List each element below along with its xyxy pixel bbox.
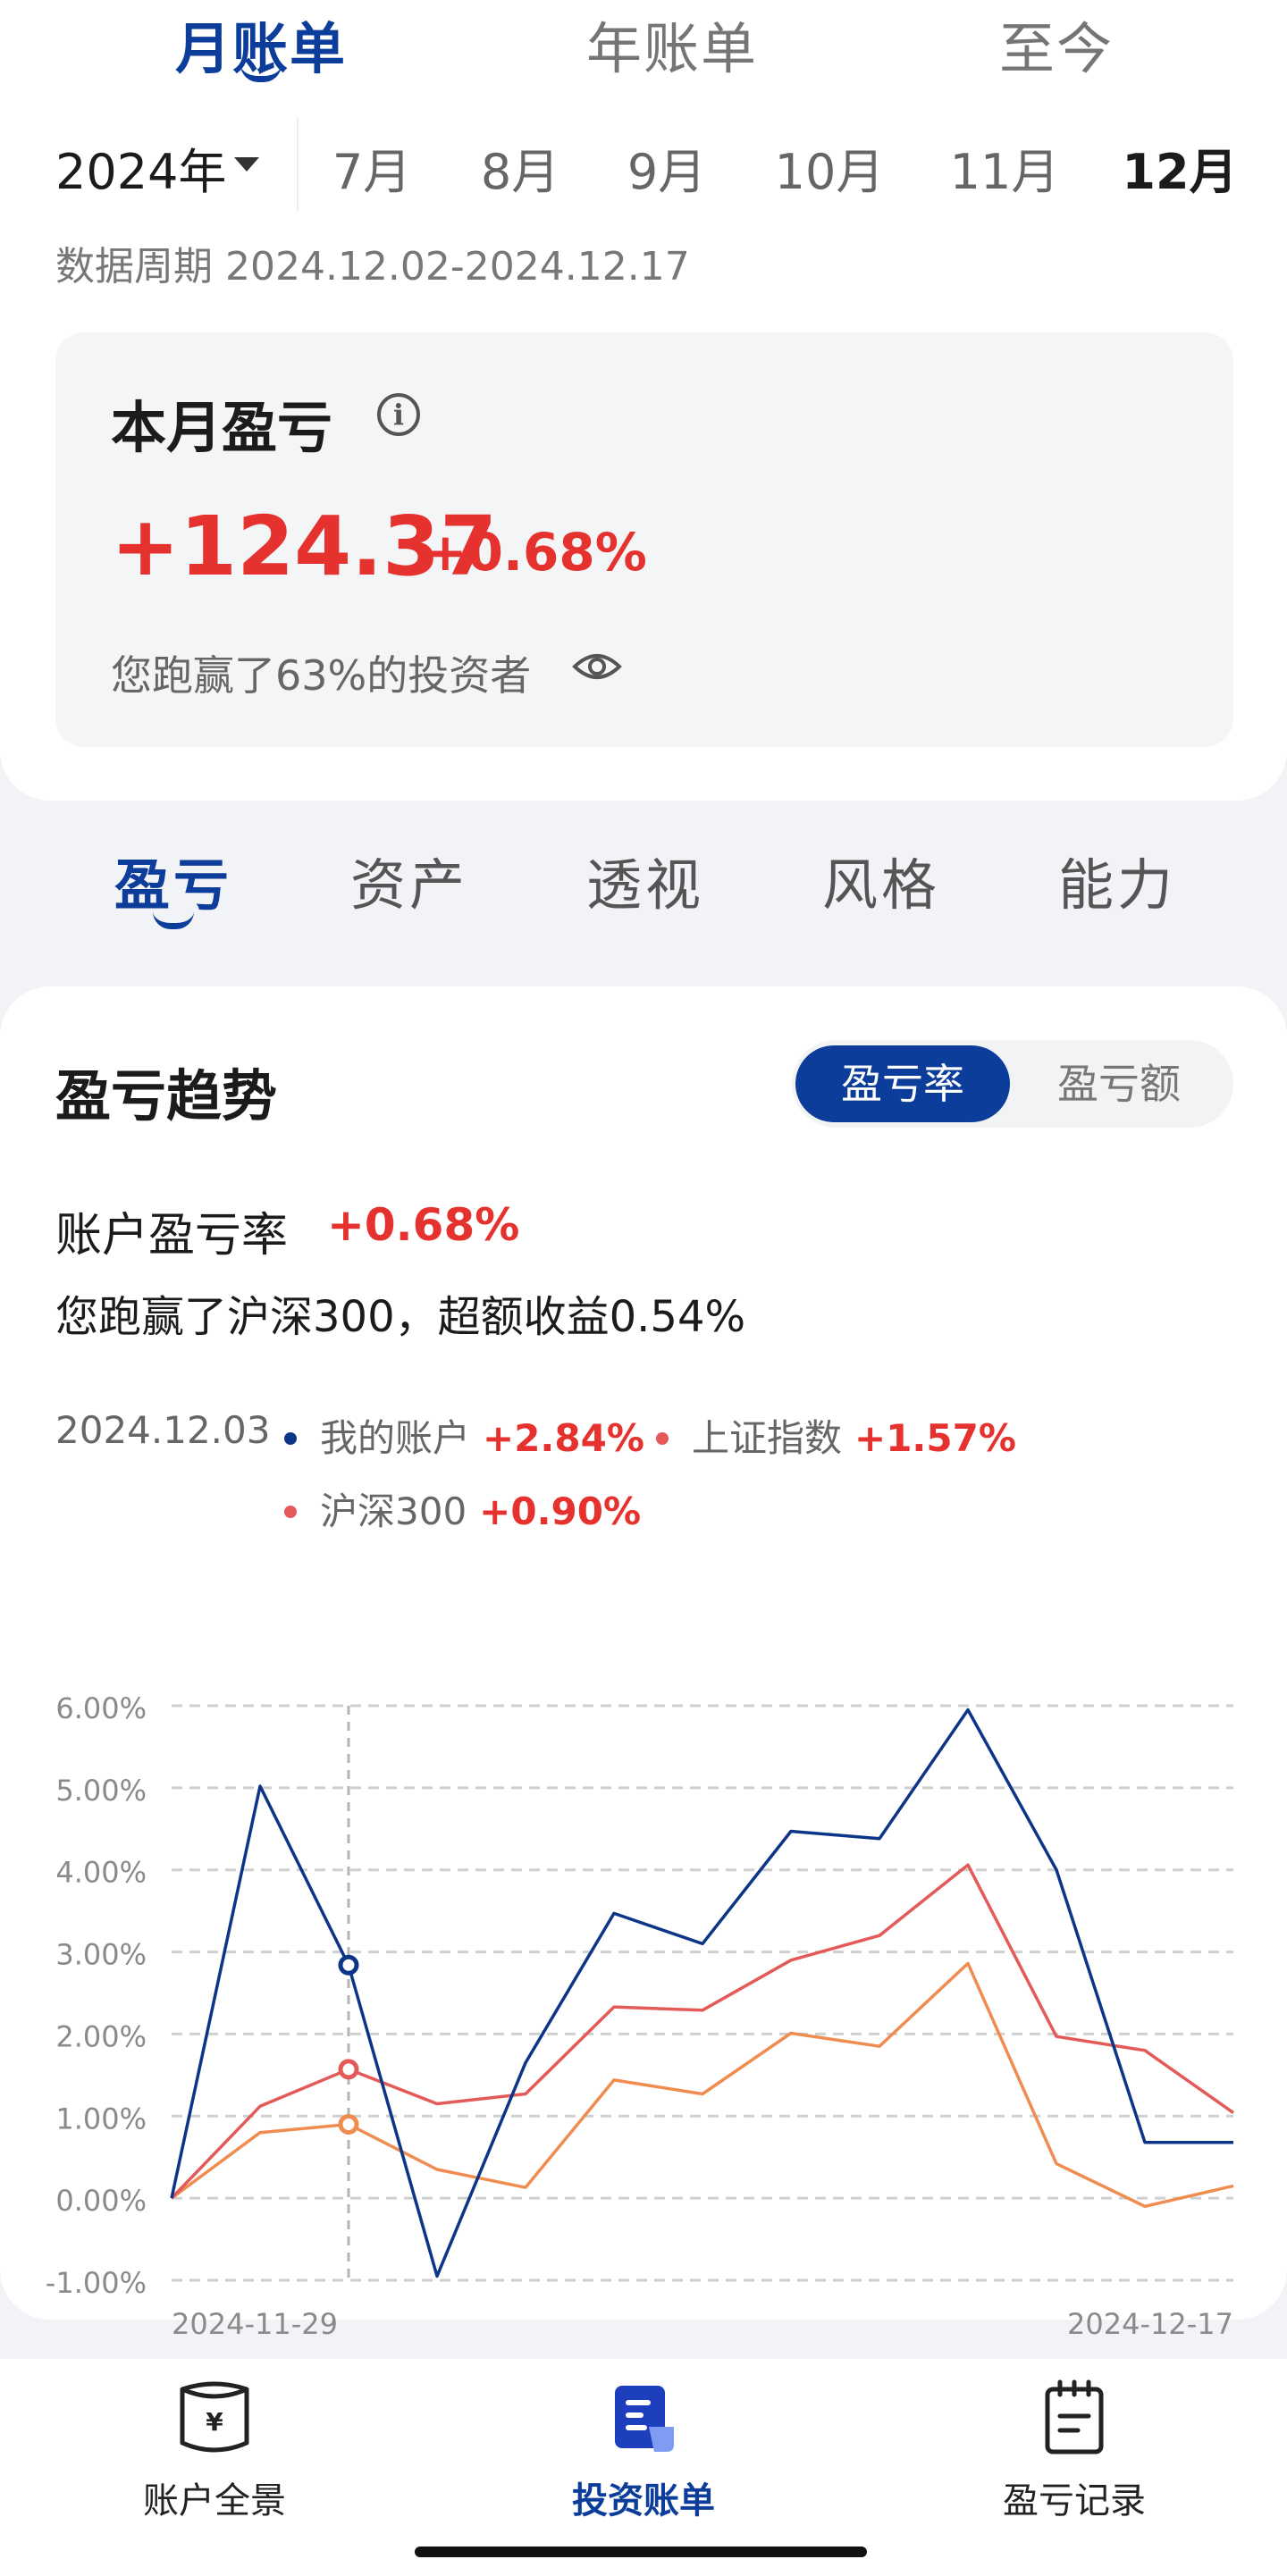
- section-tabs: 盈亏 资产 透视 风格 能力: [0, 840, 1287, 938]
- legend-value: +2.84%: [483, 1416, 644, 1460]
- y-tick-label: 6.00%: [55, 1691, 147, 1725]
- active-tab-indicator: [153, 911, 194, 929]
- wallet-yuan-icon: ¥: [180, 2381, 249, 2453]
- nav-pnl-records[interactable]: 盈亏记录: [940, 2377, 1208, 2523]
- x-end-label: 2024-12-17: [1067, 2307, 1233, 2341]
- legend-value: +0.90%: [479, 1489, 642, 1533]
- record-notepad-icon: [1045, 2379, 1104, 2454]
- month-item[interactable]: 10月: [775, 132, 885, 203]
- legend-dot: [284, 1505, 297, 1518]
- month-selector: 2024年 7月 8月 9月 10月 11月 12月: [0, 118, 1287, 211]
- legend-name: 上证指数: [692, 1416, 843, 1460]
- nav-label: 账户全景: [143, 2480, 286, 2521]
- legend-dot: [656, 1431, 669, 1445]
- bill-header-card: 月账单 年账单 至今 2024年 7月 8月 9月 10月 11月 12月 数据…: [0, 0, 1287, 801]
- tab-pnl[interactable]: 盈亏: [114, 840, 232, 920]
- monthly-pnl-card: 本月盈亏 i +124.37 +0.68% 您跑赢了63%的投资者: [55, 332, 1233, 747]
- legend-my-account: 我的账户 +2.84%: [284, 1408, 644, 1463]
- nav-investment-bill[interactable]: 投资账单: [509, 2377, 778, 2523]
- y-tick-label: 2.00%: [55, 2019, 147, 2053]
- eye-icon[interactable]: [572, 649, 622, 684]
- account-rate-value: +0.68%: [327, 1199, 520, 1251]
- divider: [297, 118, 299, 211]
- month-item[interactable]: 8月: [481, 132, 559, 203]
- y-tick-label: 5.00%: [55, 1774, 147, 1808]
- toggle-pnl-amount[interactable]: 盈亏额: [1012, 1045, 1226, 1122]
- y-tick-label: -1.00%: [46, 2266, 147, 2300]
- y-tick-label: 4.00%: [55, 1856, 147, 1890]
- pnl-title: 本月盈亏: [111, 395, 333, 460]
- rate-amount-toggle: 盈亏率 盈亏额: [792, 1040, 1233, 1128]
- pnl-trend-card: 盈亏趋势 盈亏率 盈亏额 账户盈亏率 +0.68% 您跑赢了沪深300，超额收益…: [0, 986, 1287, 2341]
- legend-csi300: 沪深300 +0.90%: [284, 1481, 641, 1536]
- nav-label: 投资账单: [572, 2480, 715, 2521]
- svg-text:¥: ¥: [206, 2407, 223, 2437]
- x-start-label: 2024-11-29: [172, 2307, 338, 2341]
- nav-account-overview[interactable]: ¥ 账户全景: [80, 2377, 349, 2523]
- legend-dot: [284, 1431, 297, 1445]
- month-item[interactable]: 9月: [627, 132, 706, 203]
- bill-document-icon: [615, 2386, 674, 2452]
- caret-down-icon[interactable]: [234, 157, 259, 172]
- series-line: [170, 1863, 1235, 2200]
- legend-name: 沪深300: [320, 1489, 467, 1533]
- tab-assets[interactable]: 资产: [350, 840, 468, 920]
- y-tick-label: 0.00%: [55, 2184, 147, 2218]
- pnl-percent: +0.68%: [424, 522, 647, 583]
- tab-perspective[interactable]: 透视: [586, 840, 704, 920]
- month-item[interactable]: 7月: [332, 132, 411, 203]
- home-indicator: [415, 2547, 867, 2557]
- trend-title: 盈亏趋势: [55, 1063, 278, 1129]
- investor-rank-text: 您跑赢了63%的投资者: [111, 651, 532, 700]
- tab-style[interactable]: 风格: [822, 840, 940, 920]
- main-tabs: 月账单 年账单 至今: [0, 0, 1287, 89]
- tab-yearly-bill[interactable]: 年账单: [586, 4, 758, 84]
- series-line: [170, 1961, 1234, 2209]
- legend-value: +1.57%: [854, 1416, 1016, 1460]
- legend-date: 2024.12.03: [55, 1408, 271, 1452]
- y-tick-label: 3.00%: [55, 1938, 147, 1972]
- account-rate-label: 账户盈亏率: [55, 1209, 289, 1263]
- excess-return-text: 您跑赢了沪深300，超额收益0.54%: [55, 1292, 746, 1342]
- toggle-pnl-rate[interactable]: 盈亏率: [795, 1045, 1010, 1122]
- info-icon[interactable]: i: [377, 393, 420, 436]
- highlight-point: [338, 2113, 359, 2135]
- legend-name: 我的账户: [320, 1416, 471, 1460]
- series-line: [170, 1708, 1233, 2278]
- pnl-trend-chart[interactable]: 6.00% 5.00% 4.00% 3.00% 2.00% 1.00% 0.00% -1.00…: [0, 1558, 1287, 2354]
- data-period: 数据周期 2024.12.02-2024.12.17: [55, 244, 690, 289]
- highlight-point: [338, 2059, 359, 2080]
- tab-to-date[interactable]: 至今: [999, 4, 1114, 84]
- month-item[interactable]: 11月: [950, 132, 1060, 203]
- nav-label: 盈亏记录: [1003, 2480, 1146, 2521]
- highlight-point: [338, 1954, 359, 1976]
- tab-ability[interactable]: 能力: [1058, 840, 1176, 920]
- legend-sh-index: 上证指数 +1.57%: [656, 1408, 1016, 1463]
- bottom-nav: ¥ 账户全景 投资账单 盈亏记录: [0, 2359, 1287, 2576]
- year-dropdown[interactable]: 2024年: [55, 132, 226, 203]
- month-item-selected[interactable]: 12月: [1122, 132, 1237, 203]
- y-tick-label: 1.00%: [55, 2102, 147, 2135]
